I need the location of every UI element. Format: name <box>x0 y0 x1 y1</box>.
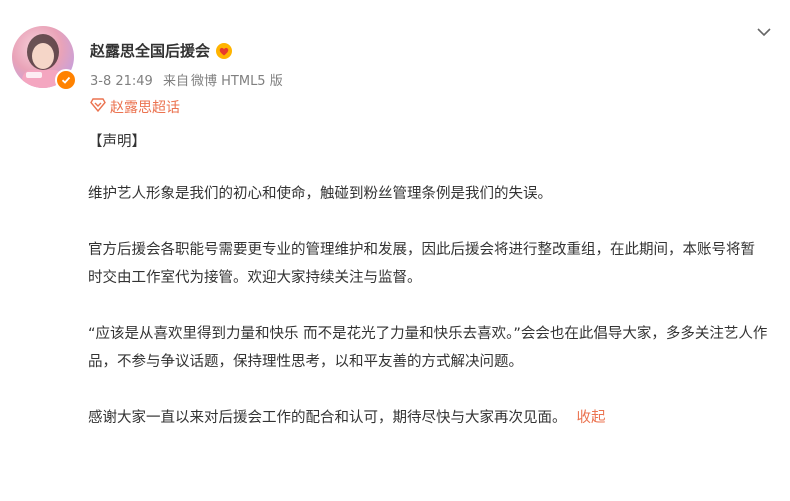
content-paragraph: 官方后援会各职能号需要更专业的管理维护和发展，因此后援会将进行整改重组，在此期间… <box>88 242 755 286</box>
post-time[interactable]: 3-8 21:49 <box>90 74 153 89</box>
post-source-prefix: 来自 <box>162 74 189 89</box>
statement-heading: 【声明】 <box>88 134 146 150</box>
post-meta: 3-8 21:49 来自 微博 HTML5 版 <box>90 70 283 89</box>
super-topic-link[interactable]: 赵露思超话 <box>90 97 180 117</box>
avatar[interactable] <box>12 26 77 91</box>
content-paragraph: 维护艺人形象是我们的初心和使命，触碰到粉丝管理条例是我们的失误。 <box>88 186 552 202</box>
chevron-down-icon[interactable] <box>754 22 774 42</box>
super-topic-label: 赵露思超话 <box>110 100 180 116</box>
content-paragraph-text: 感谢大家一直以来对后援会工作的配合和认可，期待尽快与大家再次见面。 <box>88 410 567 426</box>
content-paragraph: “应该是从喜欢里得到力量和快乐 而不是花光了力量和快乐去喜欢。”会会也在此倡导大… <box>88 326 768 370</box>
fan-badge-icon[interactable] <box>215 42 233 60</box>
content-paragraph-last: 感谢大家一直以来对后援会工作的配合和认可，期待尽快与大家再次见面。 收起 <box>88 404 768 432</box>
collapse-button[interactable]: 收起 <box>577 410 606 426</box>
author-name-row: 赵露思全国后援会 <box>90 40 233 61</box>
super-topic-icon <box>90 98 106 116</box>
post-content: 【声明】 维护艺人形象是我们的初心和使命，触碰到粉丝管理条例是我们的失误。 官方… <box>88 128 768 460</box>
verified-badge-icon <box>55 69 77 91</box>
author-name[interactable]: 赵露思全国后援会 <box>90 40 210 61</box>
post-source: 微博 HTML5 版 <box>191 74 283 89</box>
